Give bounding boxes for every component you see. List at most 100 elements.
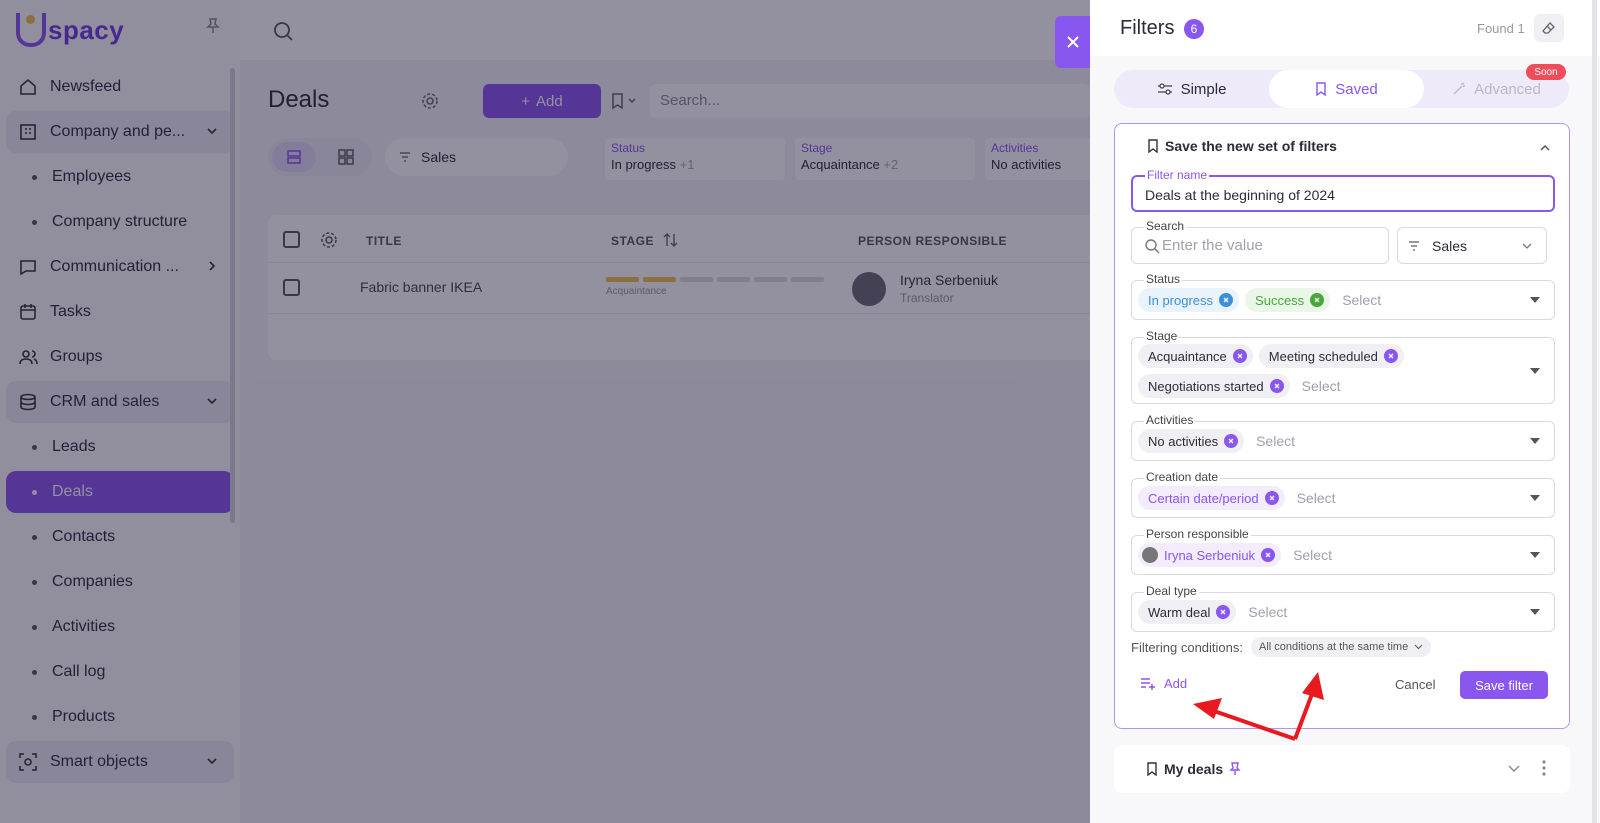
remove-tag-icon[interactable] bbox=[1269, 379, 1284, 393]
field-label: Deal type bbox=[1144, 584, 1199, 598]
status-select-field[interactable]: Status In progress Success Select bbox=[1131, 272, 1555, 320]
remove-tag-icon[interactable] bbox=[1232, 349, 1247, 363]
tab-label: Advanced bbox=[1474, 80, 1541, 98]
filter-name-field[interactable]: Filter name Deals at the beginning of 20… bbox=[1131, 168, 1555, 212]
tab-saved[interactable]: Saved bbox=[1269, 70, 1424, 108]
tab-label: Simple bbox=[1180, 80, 1227, 98]
save-filter-set-header[interactable]: Save the new set of filters bbox=[1147, 138, 1337, 154]
remove-tag-icon[interactable] bbox=[1310, 293, 1325, 307]
creation-date-select-field[interactable]: Creation date Certain date/period Select bbox=[1131, 470, 1555, 518]
eraser-icon bbox=[1542, 22, 1555, 34]
filtering-conditions: Filtering conditions: All conditions at … bbox=[1131, 637, 1432, 657]
activities-select-field[interactable]: Activities No activities Select bbox=[1131, 413, 1555, 461]
remove-tag-icon[interactable] bbox=[1216, 605, 1231, 619]
selected-tag: Iryna Serbeniuk bbox=[1138, 543, 1282, 567]
dropdown-caret-icon[interactable] bbox=[1530, 367, 1540, 374]
selected-tag: Success bbox=[1245, 288, 1331, 312]
bookmark-icon bbox=[1316, 82, 1326, 96]
select-placeholder: Select bbox=[1248, 604, 1288, 620]
save-filter-set-card: Save the new set of filters Filter name … bbox=[1114, 123, 1570, 729]
soon-badge: Soon bbox=[1526, 64, 1566, 80]
clear-filters-button[interactable] bbox=[1534, 14, 1564, 42]
selected-tag: Negotiations started bbox=[1138, 374, 1290, 398]
conditions-label: Filtering conditions: bbox=[1131, 639, 1243, 655]
stage-select-field[interactable]: Stage Acquaintance Meeting scheduled Negoti… bbox=[1131, 329, 1555, 404]
remove-tag-icon[interactable] bbox=[1264, 491, 1279, 505]
panel-scrollbar[interactable] bbox=[1592, 0, 1597, 823]
tag-label: Warm deal bbox=[1148, 604, 1211, 620]
saved-filter-label-wrap: My deals bbox=[1146, 761, 1241, 777]
pipeline-select[interactable]: Sales bbox=[1397, 227, 1547, 264]
bookmark-icon bbox=[1148, 139, 1158, 153]
tab-simple[interactable]: Simple bbox=[1114, 70, 1269, 108]
field-label: Status bbox=[1144, 272, 1183, 286]
panel-title: Filters bbox=[1120, 17, 1175, 39]
conditions-select[interactable]: All conditions at the same time bbox=[1251, 637, 1432, 657]
cancel-button[interactable]: Cancel bbox=[1395, 677, 1435, 692]
field-label: Stage bbox=[1144, 329, 1180, 343]
selected-tag: In progress bbox=[1138, 288, 1240, 312]
close-icon bbox=[1067, 36, 1079, 48]
tag-label: Negotiations started bbox=[1148, 378, 1264, 394]
add-label: Add bbox=[1164, 676, 1188, 691]
more-vertical-icon[interactable] bbox=[1542, 759, 1546, 777]
tag-label: Iryna Serbeniuk bbox=[1164, 547, 1256, 563]
selected-tag: No activities bbox=[1138, 429, 1245, 453]
panel-header: Filters 6 Found 1 bbox=[1090, 0, 1600, 56]
filter-mode-tabs: Simple Saved Advanced bbox=[1114, 70, 1569, 108]
found-count: Found 1 bbox=[1477, 21, 1525, 36]
select-placeholder: Select bbox=[1301, 378, 1341, 394]
selected-tag: Acquaintance bbox=[1138, 344, 1253, 368]
filter-name-value: Deals at the beginning of 2024 bbox=[1145, 187, 1335, 203]
dropdown-caret-icon[interactable] bbox=[1530, 609, 1540, 615]
avatar bbox=[1142, 547, 1158, 563]
chevron-up-icon[interactable] bbox=[1539, 142, 1551, 154]
remove-tag-icon[interactable] bbox=[1261, 548, 1276, 562]
tag-label: In progress bbox=[1148, 292, 1214, 308]
conditions-value: All conditions at the same time bbox=[1259, 641, 1409, 653]
close-panel-button[interactable] bbox=[1055, 16, 1091, 68]
deal-type-select-field[interactable]: Deal type Warm deal Select bbox=[1131, 584, 1555, 632]
select-placeholder: Select bbox=[1256, 433, 1295, 449]
dropdown-caret-icon[interactable] bbox=[1530, 297, 1540, 303]
search-value-field[interactable]: Search Enter the value bbox=[1131, 219, 1389, 264]
filters-panel: Filters 6 Found 1 Simple Saved Advanced … bbox=[1090, 0, 1600, 823]
add-list-icon bbox=[1141, 677, 1155, 690]
field-label: Filter name bbox=[1145, 168, 1210, 182]
magic-wand-icon bbox=[1453, 82, 1466, 95]
dropdown-caret-icon[interactable] bbox=[1530, 495, 1540, 501]
tag-label: Success bbox=[1255, 292, 1305, 308]
select-placeholder: Select bbox=[1342, 292, 1382, 308]
dropdown-caret-icon[interactable] bbox=[1530, 552, 1540, 558]
person-select-field[interactable]: Person responsible Iryna Serbeniuk Select bbox=[1131, 527, 1555, 575]
select-placeholder: Select bbox=[1293, 547, 1332, 563]
remove-tag-icon[interactable] bbox=[1383, 349, 1398, 363]
field-label: Search bbox=[1144, 219, 1187, 233]
select-placeholder: Select bbox=[1296, 490, 1336, 506]
section-title: Save the new set of filters bbox=[1165, 138, 1337, 154]
tag-label: No activities bbox=[1148, 433, 1219, 449]
chevron-down-icon bbox=[1522, 243, 1532, 249]
dropdown-caret-icon[interactable] bbox=[1530, 438, 1540, 444]
selected-tag: Warm deal bbox=[1138, 600, 1237, 624]
search-icon bbox=[1145, 239, 1160, 254]
bookmark-icon bbox=[1147, 762, 1157, 776]
field-label: Creation date bbox=[1144, 470, 1221, 484]
remove-tag-icon[interactable] bbox=[1219, 293, 1234, 307]
selected-tag: Certain date/period bbox=[1138, 486, 1285, 510]
search-placeholder: Enter the value bbox=[1162, 237, 1263, 254]
saved-filter-item[interactable]: My deals bbox=[1114, 745, 1570, 793]
pipeline-value: Sales bbox=[1432, 237, 1468, 254]
filter-lines-icon bbox=[1409, 240, 1419, 251]
chevron-down-icon[interactable] bbox=[1508, 765, 1520, 773]
pin-icon[interactable] bbox=[1229, 762, 1241, 776]
tag-label: Meeting scheduled bbox=[1268, 348, 1378, 364]
saved-filter-name: My deals bbox=[1164, 761, 1224, 777]
sliders-icon bbox=[1157, 83, 1172, 95]
selected-tag: Meeting scheduled bbox=[1258, 344, 1404, 368]
tab-label: Saved bbox=[1335, 80, 1378, 98]
save-filter-button[interactable]: Save filter bbox=[1460, 671, 1548, 699]
remove-tag-icon[interactable] bbox=[1224, 434, 1239, 448]
add-field-button[interactable]: Add bbox=[1140, 676, 1187, 691]
tag-label: Acquaintance bbox=[1148, 348, 1227, 364]
